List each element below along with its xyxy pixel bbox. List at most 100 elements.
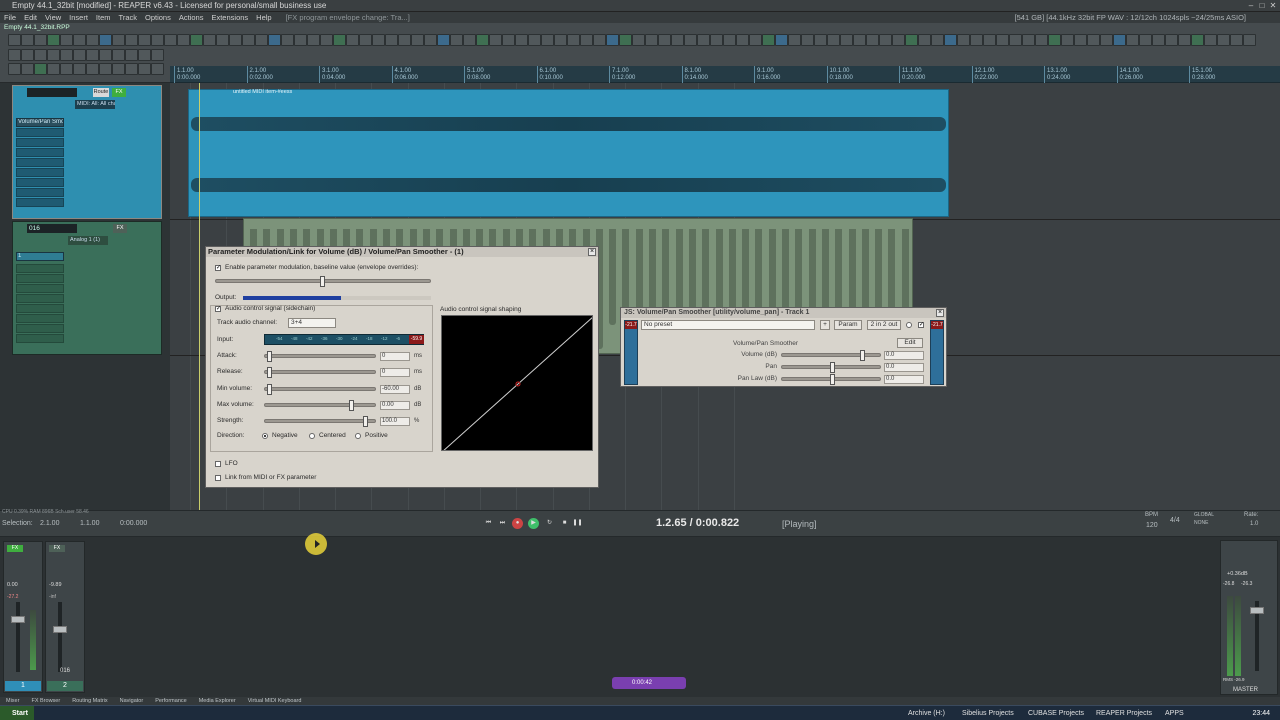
toolbar-button[interactable] bbox=[788, 34, 801, 46]
tab-mixer[interactable]: Mixer bbox=[0, 698, 25, 704]
toolbar-button[interactable] bbox=[177, 34, 190, 46]
toolbar-button[interactable] bbox=[450, 34, 463, 46]
go-end-icon[interactable]: ⏭ bbox=[497, 518, 508, 529]
menu-edit[interactable]: Edit bbox=[20, 13, 41, 22]
selection-length[interactable]: 0:00.000 bbox=[120, 520, 147, 527]
toolbar-button[interactable] bbox=[684, 34, 697, 46]
toolbar-button[interactable] bbox=[1113, 34, 1126, 46]
toolbar-button[interactable] bbox=[385, 34, 398, 46]
mixer-strip-2[interactable]: FX -9.89 -inf 016 2 bbox=[45, 541, 85, 693]
toolbar-button[interactable] bbox=[1126, 34, 1139, 46]
recorder-widget[interactable]: 0:00:42 bbox=[612, 677, 686, 689]
toolbar-button[interactable] bbox=[34, 34, 47, 46]
toolbar-button[interactable] bbox=[346, 34, 359, 46]
tab-navigator[interactable]: Navigator bbox=[114, 698, 150, 704]
strength-slider[interactable] bbox=[264, 416, 376, 427]
master-strip[interactable]: +0.36dB -26.8 -26.3 RMS -26.9 MASTER bbox=[1220, 540, 1278, 695]
audio-item-track-1[interactable]: untitled MIDI item-#eess bbox=[188, 89, 949, 217]
menu-help[interactable]: Help bbox=[252, 13, 275, 22]
toolbar-button[interactable] bbox=[892, 34, 905, 46]
toolbar-button[interactable] bbox=[151, 63, 164, 75]
toolbar-button[interactable] bbox=[671, 34, 684, 46]
toolbar-button[interactable] bbox=[34, 63, 47, 75]
menu-file[interactable]: File bbox=[0, 13, 20, 22]
toolbar-button[interactable] bbox=[99, 63, 112, 75]
toolbar-button[interactable] bbox=[606, 34, 619, 46]
tab-media-explorer[interactable]: Media Explorer bbox=[193, 698, 242, 704]
toolbar-button[interactable] bbox=[112, 34, 125, 46]
play-icon[interactable]: ▶ bbox=[528, 518, 539, 529]
track-channel-select[interactable]: 3+4 bbox=[288, 318, 336, 328]
toolbar-button[interactable] bbox=[112, 63, 125, 75]
close-icon[interactable]: × bbox=[588, 248, 596, 256]
toolbar-button[interactable] bbox=[8, 34, 21, 46]
toolbar-button[interactable] bbox=[437, 34, 450, 46]
minvol-slider[interactable] bbox=[264, 384, 376, 395]
toolbar-button[interactable] bbox=[190, 34, 203, 46]
toolbar-button[interactable] bbox=[1061, 34, 1074, 46]
toolbar-button[interactable] bbox=[1178, 34, 1191, 46]
js-param-value[interactable]: 0.0 bbox=[884, 375, 924, 384]
toolbar-button[interactable] bbox=[931, 34, 944, 46]
toolbar-button[interactable] bbox=[138, 63, 151, 75]
toolbar-button[interactable] bbox=[489, 34, 502, 46]
taskbar-sibelius[interactable]: Sibelius Projects bbox=[962, 706, 1014, 720]
lfo-checkbox[interactable] bbox=[215, 461, 221, 467]
toolbar-button[interactable] bbox=[21, 34, 34, 46]
toolbar-button[interactable] bbox=[944, 34, 957, 46]
toolbar-button[interactable] bbox=[1191, 34, 1204, 46]
edit-button[interactable]: Edit bbox=[897, 338, 923, 348]
timeline-ruler[interactable]: 1.1.00 0:00.000 2.1.00 0:02.000 3.1.00 0:04.0… bbox=[170, 66, 1280, 83]
volume-fader-track[interactable] bbox=[11, 602, 25, 672]
toolbar-button[interactable] bbox=[60, 63, 73, 75]
bypass-icon[interactable] bbox=[906, 322, 912, 328]
toolbar-button[interactable] bbox=[1048, 34, 1061, 46]
fx-slot[interactable] bbox=[16, 198, 64, 207]
toolbar-button[interactable] bbox=[762, 34, 775, 46]
stop-icon[interactable]: ■ bbox=[559, 518, 570, 529]
play-position[interactable]: 1.2.65 / 0:00.822 bbox=[656, 517, 739, 529]
track-name-field[interactable] bbox=[27, 88, 77, 97]
toolbar-button[interactable] bbox=[47, 34, 60, 46]
toolbar-button[interactable] bbox=[138, 49, 151, 61]
fx-slot[interactable] bbox=[16, 148, 64, 157]
direction-centered-radio[interactable] bbox=[309, 433, 315, 439]
toolbar-button[interactable] bbox=[73, 49, 86, 61]
none-label[interactable]: NONE bbox=[1194, 520, 1208, 526]
shaping-curve-svg[interactable] bbox=[442, 316, 593, 451]
fx-slot[interactable] bbox=[16, 324, 64, 333]
toolbar-button[interactable] bbox=[151, 34, 164, 46]
toolbar-button[interactable] bbox=[567, 34, 580, 46]
fader-cap[interactable] bbox=[1250, 607, 1264, 614]
release-slider[interactable] bbox=[264, 367, 376, 378]
time-signature[interactable]: 4/4 bbox=[1170, 517, 1180, 524]
fx-slot[interactable] bbox=[16, 158, 64, 167]
toolbar-button[interactable] bbox=[710, 34, 723, 46]
track-input-select[interactable]: Analog 1 (1) bbox=[68, 236, 108, 245]
toolbar-button[interactable] bbox=[866, 34, 879, 46]
selection-end[interactable]: 1.1.00 bbox=[80, 520, 99, 527]
toolbar-button[interactable] bbox=[593, 34, 606, 46]
toolbar-button[interactable] bbox=[424, 34, 437, 46]
tab-fx-browser[interactable]: FX Browser bbox=[25, 698, 66, 704]
release-value[interactable]: 0 bbox=[380, 368, 410, 377]
toolbar-button[interactable] bbox=[411, 34, 424, 46]
toolbar-button[interactable] bbox=[1035, 34, 1048, 46]
toolbar-button[interactable] bbox=[8, 63, 21, 75]
js-param-slider[interactable] bbox=[781, 362, 881, 373]
fx-button[interactable]: FX bbox=[113, 224, 127, 233]
toolbar-button[interactable] bbox=[853, 34, 866, 46]
toolbar-button[interactable] bbox=[86, 34, 99, 46]
fx-slot[interactable] bbox=[16, 284, 64, 293]
taskbar-apps[interactable]: APPS bbox=[1165, 706, 1184, 720]
track-name-field[interactable]: 016 bbox=[27, 224, 77, 233]
fx-slot[interactable] bbox=[16, 334, 64, 343]
toolbar-button[interactable] bbox=[151, 49, 164, 61]
toolbar-button[interactable] bbox=[359, 34, 372, 46]
menu-track[interactable]: Track bbox=[115, 13, 141, 22]
minimize-icon[interactable]: – bbox=[1246, 1, 1256, 10]
toolbar-button[interactable] bbox=[1165, 34, 1178, 46]
menu-options[interactable]: Options bbox=[141, 13, 175, 22]
fx-slot[interactable] bbox=[16, 264, 64, 273]
start-button[interactable]: Start bbox=[0, 706, 34, 720]
